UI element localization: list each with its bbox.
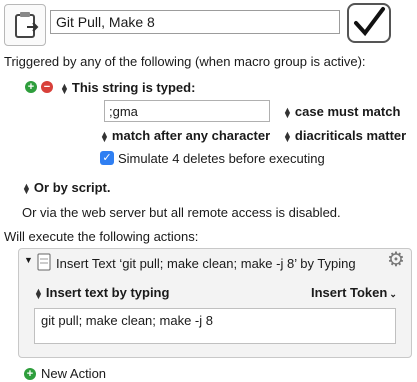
script-trigger-popup[interactable]: ▲ ▼ Or by script. [22, 180, 111, 195]
macro-name-field[interactable]: Git Pull, Make 8 [50, 10, 340, 34]
add-trigger-button[interactable]: + [25, 81, 37, 93]
insert-mode-popup[interactable]: ▲ ▼ Insert text by typing [34, 285, 169, 300]
case-popup[interactable]: ▲ ▼ case must match [283, 104, 400, 119]
insert-mode-label: Insert text by typing [45, 285, 170, 300]
new-action-button[interactable]: New Action [41, 366, 106, 381]
updown-icon: ▲ ▼ [100, 128, 109, 144]
trigger-type-label: This string is typed: [71, 80, 196, 95]
insert-token-label: Insert Token [311, 285, 388, 300]
disclosure-triangle-icon[interactable]: ▼ [24, 255, 33, 265]
diacriticals-label: diacriticals matter [294, 128, 407, 143]
script-trigger-label: Or by script. [33, 180, 111, 195]
actions-heading: Will execute the following actions: [4, 229, 199, 244]
typed-string-field[interactable]: ;gma [104, 100, 270, 122]
checkmark-icon [354, 7, 385, 37]
simulate-deletes-label: Simulate 4 deletes before executing [118, 151, 325, 166]
updown-icon: ▲ ▼ [283, 104, 292, 120]
case-label: case must match [294, 104, 401, 119]
insert-token-menu[interactable]: Insert Token ⌄ [311, 285, 397, 300]
trigger-heading: Triggered by any of the following (when … [4, 54, 366, 69]
chevron-down-icon: ⌄ [389, 289, 397, 299]
updown-icon: ▲ ▼ [60, 80, 69, 96]
trigger-type-popup[interactable]: ▲ ▼ This string is typed: [60, 80, 195, 95]
macro-icon[interactable] [4, 4, 46, 46]
action-title: Insert Text ‘git pull; make clean; make … [56, 256, 356, 271]
action-text-area[interactable]: git pull; make clean; make -j 8 [34, 308, 396, 344]
match-popup[interactable]: ▲ ▼ match after any character [100, 128, 270, 143]
simulate-deletes-checkbox[interactable]: ✓ [100, 151, 114, 165]
updown-icon: ▲ ▼ [283, 128, 292, 144]
match-label: match after any character [111, 128, 271, 143]
web-server-text: Or via the web server but all remote acc… [22, 205, 341, 220]
new-action-add-icon[interactable]: + [24, 368, 36, 380]
gear-icon[interactable]: ⚙ [387, 250, 405, 270]
clipboard-icon [15, 12, 39, 38]
updown-icon: ▲ ▼ [22, 180, 31, 196]
remove-trigger-button[interactable]: − [41, 81, 53, 93]
updown-icon: ▲ ▼ [34, 285, 43, 301]
diacriticals-popup[interactable]: ▲ ▼ diacriticals matter [283, 128, 406, 143]
macro-enabled-toggle[interactable] [347, 3, 391, 43]
document-icon [37, 253, 51, 271]
